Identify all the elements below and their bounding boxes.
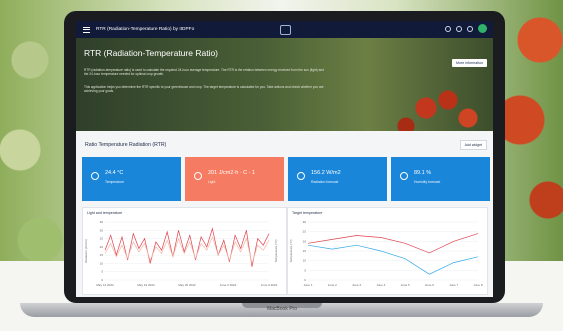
- y-tick-label: 20: [100, 245, 104, 249]
- series-line: [307, 233, 479, 254]
- y-tick-label: 10: [100, 261, 104, 265]
- hero-paragraph-2: This application helps you determine the…: [84, 85, 324, 94]
- y-tick-label: 0: [101, 278, 103, 282]
- metric-value: 156.2 W/m2: [311, 170, 341, 176]
- section-title: Ratio Temperature Radiation (RTR): [85, 142, 167, 148]
- app-screen: RTR (Radiation-Temperature Ratio) by IID…: [76, 21, 493, 297]
- app-title: RTR (Radiation-Temperature Ratio) by IID…: [96, 27, 195, 32]
- cloud-sun-icon: [297, 172, 305, 180]
- y-axis-label: Temperature (°C): [289, 239, 293, 262]
- light-temperature-panel: Light and temperature 35 30 25 20 15 10 5 0 May …: [82, 207, 287, 295]
- more-information-button[interactable]: More information: [452, 59, 487, 67]
- metric-label: Humidity forecast: [414, 180, 441, 184]
- y-tick-label: 30: [303, 220, 307, 224]
- metric-value: 24.4 °C: [105, 170, 124, 176]
- series-line: [307, 244, 479, 275]
- top-bar: RTR (Radiation-Temperature Ratio) by IID…: [76, 21, 493, 38]
- x-tick-label: June 4: [376, 283, 385, 287]
- x-tick-label: May 12 2022: [96, 283, 114, 287]
- x-tick-label: June 1: [303, 283, 312, 287]
- metric-value: 89.1 %: [414, 170, 432, 176]
- chart-title: Light and temperature: [87, 211, 123, 215]
- light-temperature-chart: 35 30 25 20 15 10 5 0May 12 2022 May 19 2022 May …: [84, 220, 278, 287]
- y-tick-label: 20: [303, 239, 307, 243]
- avatar[interactable]: [478, 24, 487, 33]
- x-tick-label: June 8: [473, 283, 482, 287]
- y-tick-label: 5: [304, 268, 306, 272]
- x-tick-label: June 2 2022: [220, 283, 237, 287]
- metric-tile[interactable]: 24.4 °C Temperature: [82, 157, 181, 201]
- search-icon[interactable]: [456, 25, 462, 32]
- globe-icon: [400, 172, 408, 180]
- metric-tile[interactable]: 156.2 W/m2 Radiation forecast: [288, 157, 387, 201]
- hero-title: RTR (Radiation-Temperature Ratio): [84, 48, 219, 58]
- y2-axis-label: Temperature (°C): [274, 239, 278, 262]
- x-tick-label: June 7: [449, 283, 458, 287]
- y-tick-label: 0: [304, 278, 306, 282]
- hero-paragraph-1: RTR (radiation-temperature ratio) is use…: [84, 68, 324, 77]
- x-tick-label: May 26 2022: [178, 283, 196, 287]
- y-axis-label: Radiation (J/cm2): [84, 239, 88, 263]
- y-tick-label: 15: [303, 249, 307, 253]
- y-tick-label: 35: [100, 220, 104, 224]
- logo-icon: [280, 25, 291, 35]
- y-tick-label: 25: [100, 237, 104, 241]
- hero-banner: RTR (Radiation-Temperature Ratio) RTR (r…: [76, 38, 493, 131]
- metric-value: 201 J/cm2·h · C · 1: [208, 170, 256, 176]
- x-tick-label: June 3: [352, 283, 361, 287]
- target-temperature-chart: 30 25 20 15 10 5 0June 1 June 2 June 3 June 4 June…: [289, 220, 483, 287]
- y-tick-label: 25: [303, 230, 307, 234]
- users-icon[interactable]: [445, 25, 451, 32]
- wifi-icon[interactable]: [467, 25, 473, 32]
- chart-title: Target temperature: [292, 211, 323, 215]
- y-tick-label: 10: [303, 259, 307, 263]
- thermometer-icon: [91, 172, 99, 180]
- y-tick-label: 5: [101, 270, 103, 274]
- x-tick-label: May 19 2022: [137, 283, 155, 287]
- add-widget-button[interactable]: Add widget: [459, 140, 487, 150]
- y-tick-label: 15: [100, 253, 104, 257]
- sun-icon: [194, 172, 202, 180]
- target-temperature-panel: Target temperature 30 25 20 15 10 5 0 June 1 Jun…: [287, 207, 488, 295]
- x-tick-label: June 5: [401, 283, 410, 287]
- menu-icon[interactable]: [83, 25, 90, 34]
- metric-label: Radiation forecast: [311, 180, 339, 184]
- y-tick-label: 30: [100, 228, 104, 232]
- top-bar-actions: [445, 24, 487, 33]
- metric-label: Light: [208, 180, 216, 184]
- laptop-brand: MacBook Pro: [266, 306, 297, 312]
- x-tick-label: June 2: [328, 283, 337, 287]
- metric-label: Temperature: [105, 180, 125, 184]
- metric-tile[interactable]: 89.1 % Humidity forecast: [391, 157, 490, 201]
- x-tick-label: June 9 2022: [261, 283, 278, 287]
- x-tick-label: June 6: [425, 283, 434, 287]
- metric-tile[interactable]: 201 J/cm2·h · C · 1 Light: [185, 157, 284, 201]
